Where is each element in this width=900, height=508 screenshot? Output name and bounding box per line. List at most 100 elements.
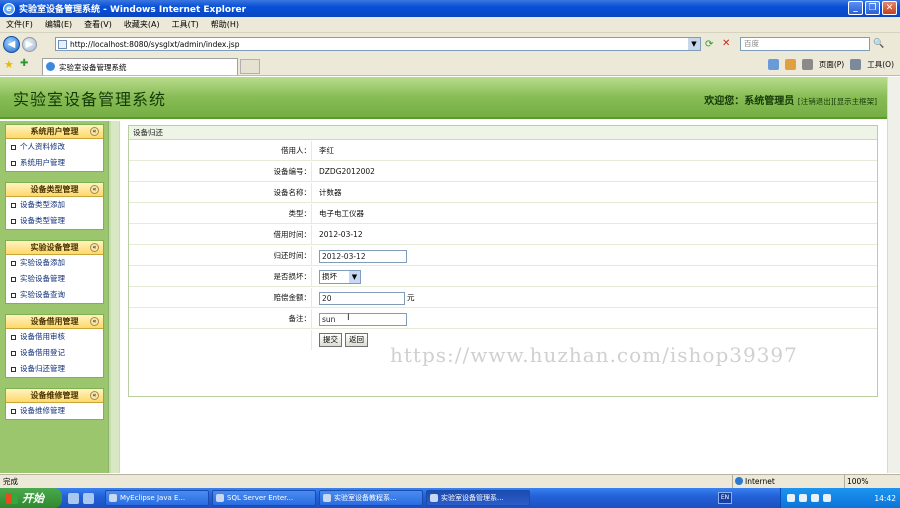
sidebar-item-return-manage[interactable]: 设备归还管理 — [6, 361, 103, 377]
menu-edit[interactable]: 编辑(E) — [45, 19, 72, 30]
volume-icon[interactable] — [799, 494, 807, 502]
new-tab-button[interactable] — [240, 59, 260, 74]
menu-view[interactable]: 查看(V) — [84, 19, 112, 30]
collapse-icon[interactable]: « — [90, 243, 99, 252]
damaged-select[interactable]: 损坏 ▼ — [319, 270, 361, 284]
page-menu[interactable]: 页面(P) — [819, 59, 844, 70]
refresh-icon[interactable]: ⟳ — [705, 39, 717, 51]
back-button-form[interactable]: 返回 — [345, 333, 368, 347]
sidebar-item-repair-manage[interactable]: 设备维修管理 — [6, 403, 103, 419]
remarks-input[interactable]: sun — [319, 313, 407, 326]
sidebar-group-title[interactable]: 实验设备管理 « — [6, 241, 103, 255]
search-input[interactable]: 百度 — [740, 37, 870, 51]
address-toolbar: ◀ ▶ http://localhost:8080/sysglxt/admin/… — [0, 33, 900, 55]
submit-button[interactable]: 提交 — [319, 333, 342, 347]
menu-favorites[interactable]: 收藏夹(A) — [124, 19, 160, 30]
tools-menu[interactable]: 工具(O) — [867, 59, 894, 70]
borrower-label: 借用人： — [281, 146, 311, 155]
app-title: 实验室设备管理系统 — [13, 90, 167, 109]
network-icon[interactable] — [787, 494, 795, 502]
sidebar-item-type-manage[interactable]: 设备类型管理 — [6, 213, 103, 229]
form-row-damaged: 是否损坏： 损坏 ▼ — [129, 267, 877, 287]
sidebar-group-title[interactable]: 设备维修管理 « — [6, 389, 103, 403]
system-tray: 14:42 — [780, 488, 900, 508]
sidebar-group-title[interactable]: 设备类型管理 « — [6, 183, 103, 197]
form-row-borrower: 借用人： 李红 — [129, 141, 877, 161]
ime-icon[interactable] — [823, 494, 831, 502]
form-row-device-no: 设备编号： DZDG2012002 — [129, 162, 877, 182]
page-scrollbar[interactable] — [887, 77, 900, 473]
task-lab-tutorial[interactable]: 实验室设备教程系... — [319, 490, 423, 506]
sidebar-group-users: 系统用户管理 « 个人资料修改 系统用户管理 — [5, 124, 104, 172]
collapse-icon[interactable]: « — [90, 127, 99, 136]
return-time-label: 归还时间： — [273, 251, 312, 260]
tab-active[interactable]: 实验室设备管理系统 — [42, 58, 238, 75]
sidebar-group-repair: 设备维修管理 « 设备维修管理 — [5, 388, 104, 420]
currency-unit: 元 — [407, 293, 415, 302]
quick-launch — [62, 488, 102, 508]
collapse-icon[interactable]: « — [90, 317, 99, 326]
sidebar-item-borrow-review[interactable]: 设备借用审核 — [6, 329, 103, 345]
search-icon[interactable]: 🔍 — [873, 37, 895, 51]
forward-button[interactable]: ▶ — [22, 36, 37, 52]
menu-file[interactable]: 文件(F) — [6, 19, 33, 30]
collapse-icon[interactable]: « — [90, 391, 99, 400]
task-myeclipse[interactable]: MyEclipse Java E... — [105, 490, 209, 506]
chevron-down-icon[interactable]: ▼ — [349, 271, 360, 283]
sidebar-group-title[interactable]: 系统用户管理 « — [6, 125, 103, 139]
ie-quicklaunch-icon[interactable] — [83, 492, 94, 504]
sidebar-item-device-add[interactable]: 实验设备添加 — [6, 255, 103, 271]
frame-splitter[interactable] — [108, 121, 120, 473]
language-bar-icon[interactable]: EN — [718, 492, 732, 504]
form-row-type: 类型： 电子电工仪器 — [129, 204, 877, 224]
page-content: 实验室设备管理系统 欢迎您：系统管理员 [注销退出][显示主框架] 系统用户管理… — [0, 77, 900, 473]
maximize-button[interactable]: ❐ — [865, 1, 880, 15]
task-lab-system[interactable]: 实验室设备管理系... — [426, 490, 530, 506]
sidebar-group-title[interactable]: 设备借用管理 « — [6, 315, 103, 329]
minimize-button[interactable]: _ — [848, 1, 863, 15]
device-name-value: 计数器 — [319, 188, 342, 197]
collapse-icon[interactable]: « — [90, 185, 99, 194]
sidebar-item-device-manage[interactable]: 实验设备管理 — [6, 271, 103, 287]
logout-link[interactable]: [注销退出] — [798, 97, 834, 106]
welcome-prefix: 欢迎您： — [704, 96, 745, 107]
window-controls: _ ❐ ✕ — [848, 1, 897, 15]
type-value: 电子电工仪器 — [319, 209, 364, 218]
sidebar-group-types: 设备类型管理 « 设备类型添加 设备类型管理 — [5, 182, 104, 230]
desktop-icon[interactable] — [68, 492, 79, 504]
security-zone: Internet — [732, 475, 828, 488]
form-row-return-time: 归还时间： 2012-03-12 — [129, 246, 877, 266]
add-favorites-icon[interactable]: ✚ — [20, 58, 28, 69]
menu-tools[interactable]: 工具(T) — [172, 19, 199, 30]
return-time-input[interactable]: 2012-03-12 — [319, 250, 407, 263]
home-icon[interactable] — [767, 59, 779, 70]
start-button[interactable]: 开始 — [0, 488, 62, 508]
watermark: https://www.huzhan.com/ishop39397 — [390, 343, 798, 367]
borrow-time-value: 2012-03-12 — [319, 230, 363, 239]
stop-icon[interactable]: ✕ — [722, 38, 734, 50]
print-icon[interactable] — [801, 59, 813, 70]
address-dropdown-icon[interactable]: ▼ — [688, 38, 700, 50]
favorites-star-icon[interactable]: ★ — [4, 58, 14, 71]
type-label: 类型： — [288, 209, 312, 218]
status-text: 完成 — [3, 477, 18, 486]
sidebar-item-profile[interactable]: 个人资料修改 — [6, 139, 103, 155]
command-bar: 页面(P) 工具(O) — [767, 59, 894, 70]
close-button[interactable]: ✕ — [882, 1, 897, 15]
sidebar-item-users[interactable]: 系统用户管理 — [6, 155, 103, 171]
menu-help[interactable]: 帮助(H) — [211, 19, 239, 30]
compensation-input[interactable]: 20 — [319, 292, 405, 305]
zoom-level[interactable]: 100% — [844, 475, 900, 488]
user-name: 系统管理员 — [744, 96, 795, 107]
tab-label: 实验室设备管理系统 — [59, 62, 127, 72]
address-field[interactable]: http://localhost:8080/sysglxt/admin/inde… — [55, 37, 701, 51]
sidebar-item-device-query[interactable]: 实验设备查询 — [6, 287, 103, 303]
window-titlebar[interactable]: e 实验室设备管理系统 - Windows Internet Explorer … — [0, 0, 900, 17]
home-frame-link[interactable]: [显示主框架] — [834, 97, 877, 106]
sidebar-item-borrow-register[interactable]: 设备借用登记 — [6, 345, 103, 361]
back-button[interactable]: ◀ — [3, 35, 20, 53]
sidebar-item-type-add[interactable]: 设备类型添加 — [6, 197, 103, 213]
feeds-icon[interactable] — [784, 59, 796, 70]
security-icon[interactable] — [811, 494, 819, 502]
task-sqlserver[interactable]: SQL Server Enter... — [212, 490, 316, 506]
